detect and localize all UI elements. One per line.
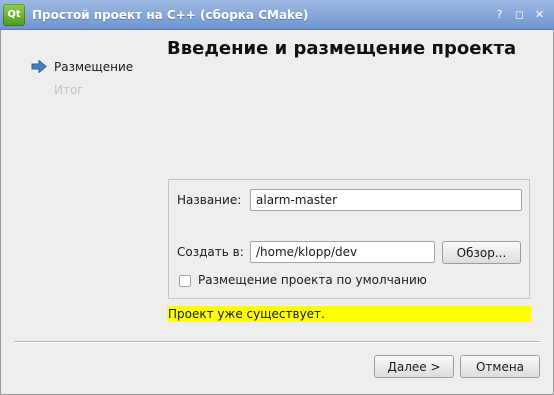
- cancel-button[interactable]: Отмена: [460, 355, 540, 378]
- project-name-input[interactable]: alarm-master: [250, 189, 522, 211]
- maximize-icon[interactable]: ◻: [512, 7, 527, 22]
- page-title: Введение и размещение проекта: [167, 38, 517, 59]
- browse-button[interactable]: Обзор...: [442, 241, 521, 264]
- next-button[interactable]: Далее >: [374, 355, 454, 378]
- help-icon[interactable]: ?: [492, 7, 507, 22]
- wizard-step-location: Размещение: [31, 59, 133, 74]
- status-message: Проект уже существует.: [167, 306, 531, 322]
- wizard-steps: Размещение Итог: [31, 59, 133, 105]
- window-title: Простой проект на С++ (сборка CMake): [32, 7, 309, 22]
- qt-app-icon: Qt: [3, 3, 25, 26]
- project-form-group: Название: alarm-master Создать в: /home/…: [168, 179, 530, 299]
- close-icon[interactable]: ✕: [532, 7, 547, 22]
- create-in-label: Создать в:: [177, 245, 244, 259]
- default-location-checkbox[interactable]: [179, 275, 191, 287]
- title-bar[interactable]: Qt Простой проект на С++ (сборка CMake) …: [0, 0, 554, 30]
- wizard-step-label: Размещение: [54, 59, 134, 74]
- wizard-step-summary: Итог: [31, 82, 133, 97]
- default-location-label: Размещение проекта по умолчанию: [198, 273, 427, 287]
- name-label: Название:: [177, 193, 242, 207]
- project-path-input[interactable]: /home/klopp/dev: [250, 241, 435, 263]
- button-separator: [14, 341, 540, 343]
- current-step-arrow-icon: [31, 60, 47, 73]
- window-controls: ? ◻ ✕: [492, 7, 547, 22]
- wizard-step-label: Итог: [54, 82, 84, 97]
